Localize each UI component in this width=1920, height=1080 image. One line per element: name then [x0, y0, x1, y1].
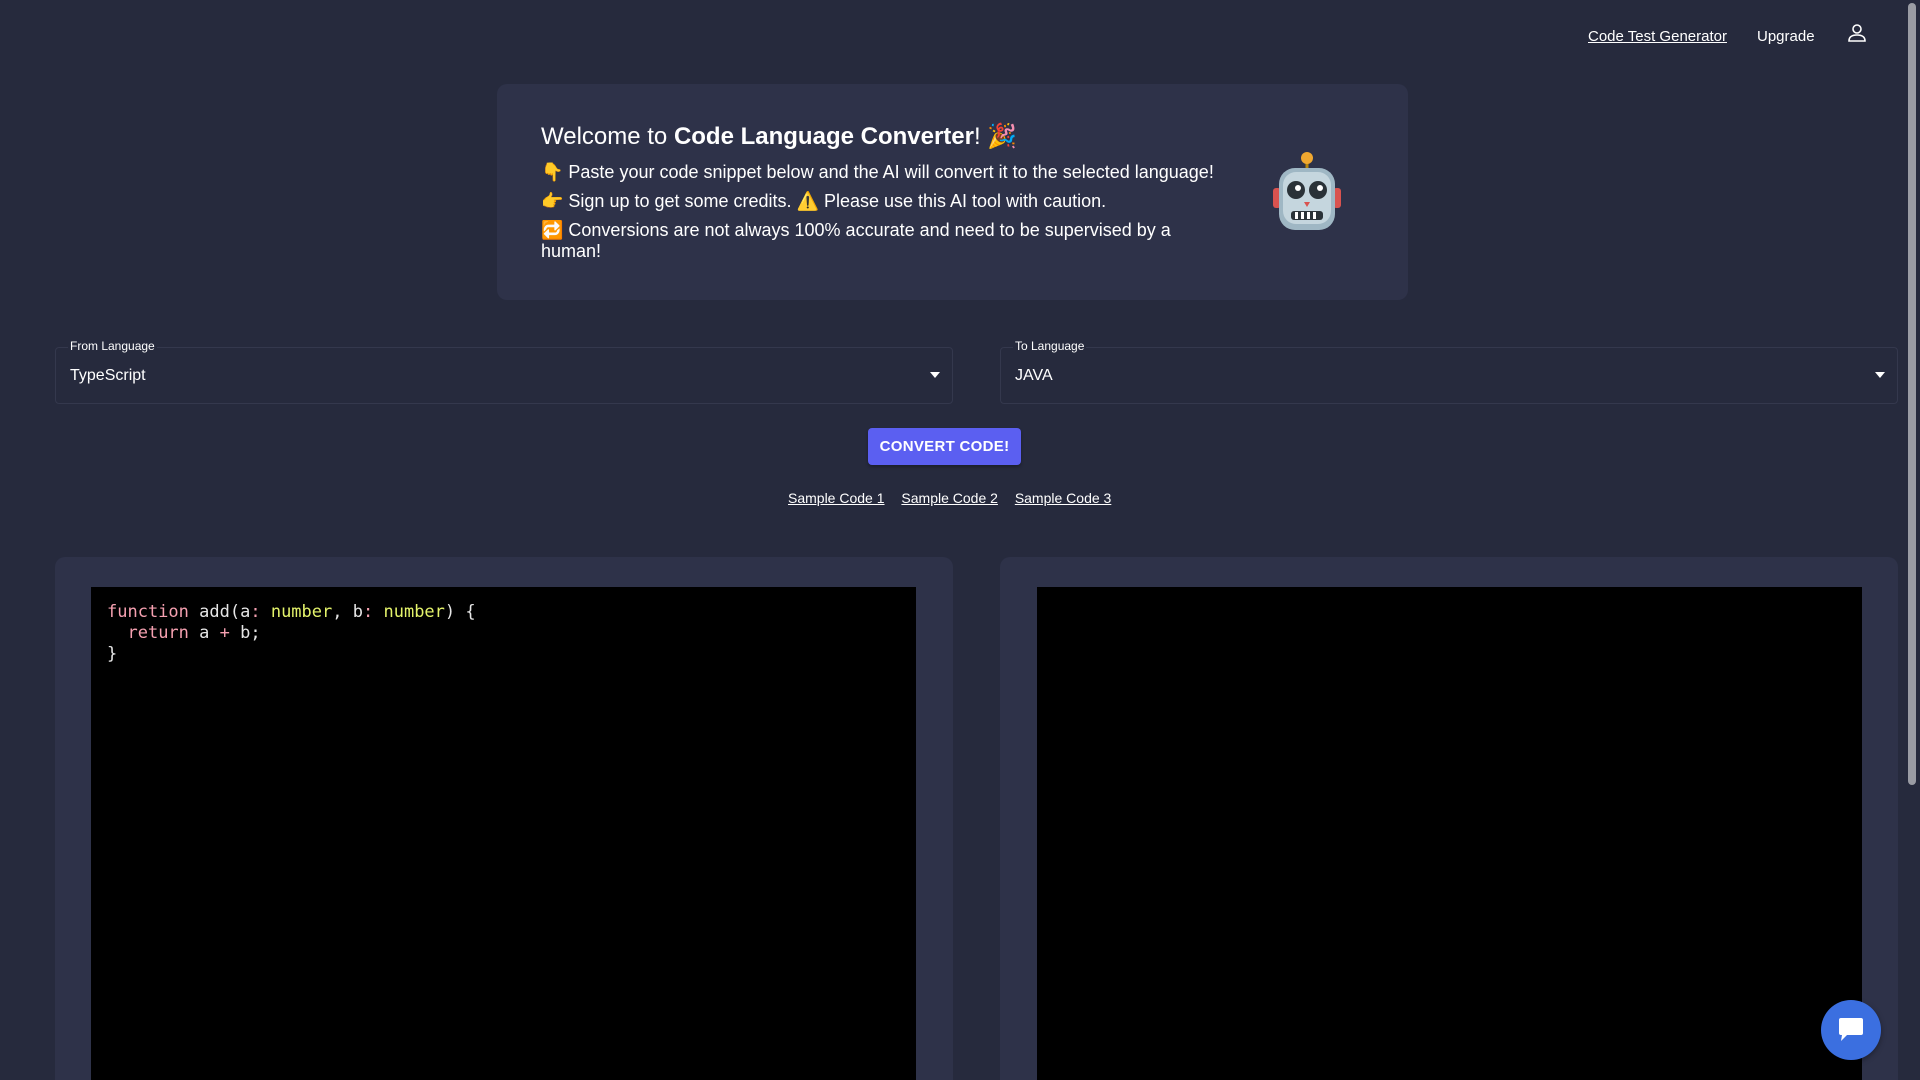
sample-code-links: Sample Code 1 Sample Code 2 Sample Code … — [788, 490, 1124, 506]
upgrade-link[interactable]: Upgrade — [1757, 28, 1815, 45]
chevron-down-icon — [930, 372, 940, 378]
user-icon[interactable] — [1846, 22, 1868, 44]
chat-button[interactable] — [1821, 1000, 1881, 1060]
from-language-label: From Language — [68, 339, 157, 353]
page-scrollbar[interactable] — [1904, 0, 1920, 1080]
welcome-title: Welcome to Code Language Converter! 🎉 — [541, 123, 1018, 150]
from-language-value: TypeScript — [70, 367, 146, 384]
app-name: Code Language Converter — [673, 123, 974, 150]
output-code-editor[interactable] — [1037, 587, 1862, 1080]
to-language-value: JAVA — [1015, 367, 1053, 384]
convert-code-button[interactable]: CONVERT CODE! — [868, 428, 1021, 465]
code-test-generator-link[interactable]: Code Test Generator — [1588, 28, 1727, 45]
welcome-line-paste: 👇 Paste your code snippet below and the … — [541, 162, 1214, 182]
welcome-line-accuracy: 🔁 Conversions are not always 100% accura… — [541, 220, 1171, 261]
input-code-panel: function add(a: number, b: number) { ret… — [55, 557, 953, 1080]
chevron-down-icon — [1875, 372, 1885, 378]
sample-code-2-link[interactable]: Sample Code 2 — [901, 490, 998, 506]
chat-icon — [1839, 1018, 1863, 1041]
input-code[interactable]: function add(a: number, b: number) { ret… — [107, 602, 476, 665]
top-nav: Code Test Generator Upgrade — [0, 0, 1904, 76]
input-code-editor[interactable]: function add(a: number, b: number) { ret… — [91, 587, 916, 1080]
output-code-panel — [1000, 557, 1898, 1080]
robot-icon — [1269, 150, 1345, 234]
sample-code-1-link[interactable]: Sample Code 1 — [788, 490, 885, 506]
welcome-card: Welcome to Code Language Converter! 🎉 👇 … — [497, 84, 1408, 300]
to-language-label: To Language — [1013, 339, 1087, 353]
sample-code-3-link[interactable]: Sample Code 3 — [1015, 490, 1112, 506]
from-language-select[interactable]: TypeScript — [55, 347, 953, 404]
welcome-line-signup: 👉 Sign up to get some credits. ⚠️ Please… — [541, 191, 1107, 211]
to-language-select[interactable]: JAVA — [1000, 347, 1898, 404]
scrollbar-thumb[interactable] — [1908, 3, 1916, 785]
